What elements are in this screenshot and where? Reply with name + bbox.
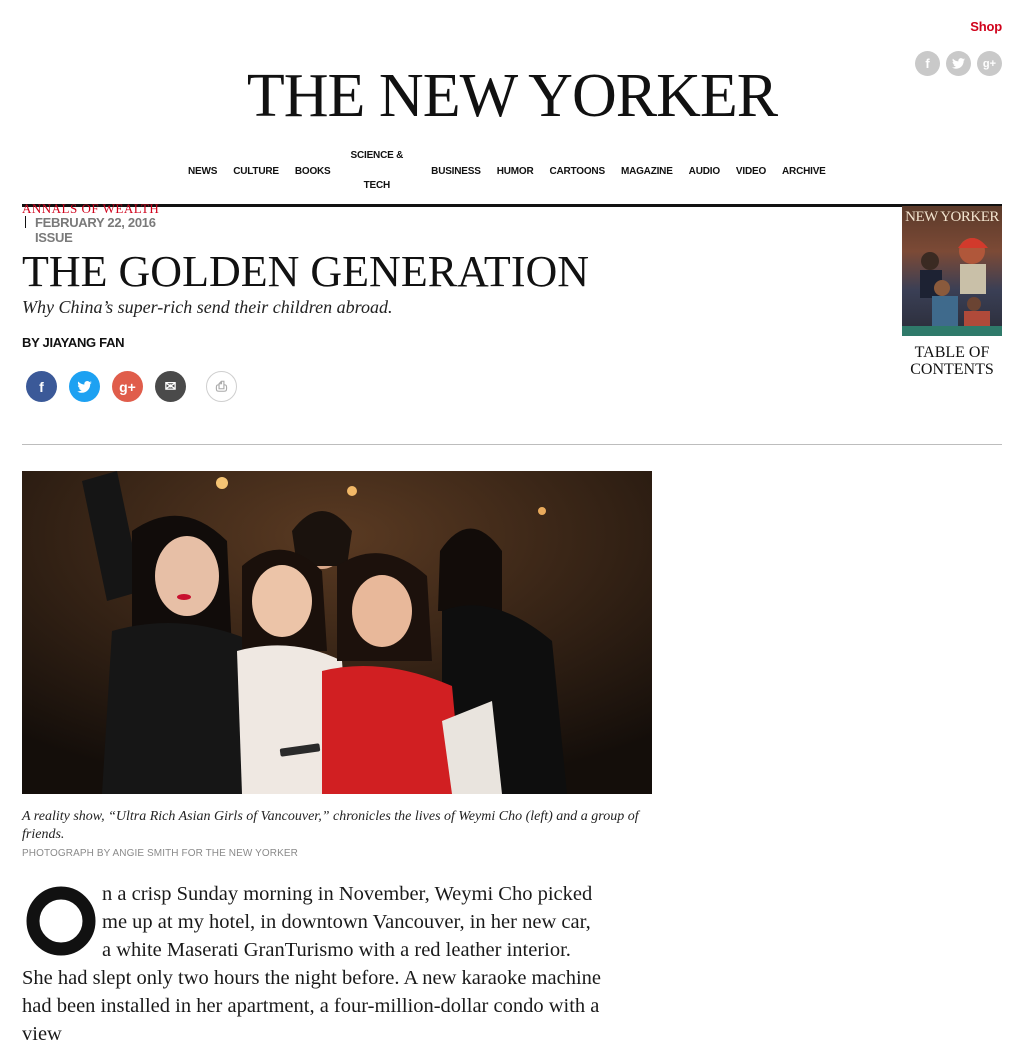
photo-credit: PHOTOGRAPH BY ANGIE SMITH FOR THE NEW YO… <box>22 848 298 859</box>
email-icon: ✉ <box>164 378 177 394</box>
nav-audio[interactable]: AUDIO <box>689 166 720 177</box>
nav-science-tech[interactable]: SCIENCE & TECH <box>351 141 404 201</box>
rubric-link[interactable]: ANNALS OF WEALTH <box>22 201 159 213</box>
share-bar: f g+ ✉ ⎙ <box>26 371 249 402</box>
header-divider <box>22 444 1002 445</box>
nav-science-tech-line1: SCIENCE & <box>350 150 404 161</box>
nav-video[interactable]: VIDEO <box>736 166 766 177</box>
issue-date: FEBRUARY 22, 2016 <box>35 215 156 230</box>
magazine-cover[interactable]: NEW YORKER <box>902 206 1002 336</box>
table-of-contents-link[interactable]: TABLE OF CONTENTS <box>902 344 1002 378</box>
site-logo[interactable]: THE NEW YORKER <box>0 62 1024 130</box>
article-dek: Why China’s super-rich send their childr… <box>22 297 393 317</box>
nav-magazine[interactable]: MAGAZINE <box>621 166 673 177</box>
author-byline[interactable]: BY JIAYANG FAN <box>22 335 125 350</box>
nav-culture[interactable]: CULTURE <box>233 166 279 177</box>
article-body: n a crisp Sunday morning in November, We… <box>22 880 602 1048</box>
nav-business[interactable]: BUSINESS <box>431 166 481 177</box>
main-nav: NEWS CULTURE BOOKS SCIENCE & TECH BUSINE… <box>188 146 842 196</box>
nav-books[interactable]: BOOKS <box>295 166 331 177</box>
share-facebook-button[interactable]: f <box>26 371 57 402</box>
article-headline: THE GOLDEN GENERATION <box>22 247 590 296</box>
google-plus-icon: g+ <box>119 378 136 395</box>
facebook-icon: f <box>39 378 44 395</box>
nav-science-tech-line2: TECH <box>363 180 391 191</box>
drop-cap-space <box>22 880 102 964</box>
nav-humor[interactable]: HUMOR <box>497 166 534 177</box>
nav-news[interactable]: NEWS <box>188 166 217 177</box>
share-google-plus-button[interactable]: g+ <box>112 371 143 402</box>
share-email-button[interactable]: ✉ <box>155 371 186 402</box>
share-twitter-button[interactable] <box>69 371 100 402</box>
body-text: n a crisp Sunday morning in November, We… <box>22 883 601 1045</box>
issue-link[interactable]: FEBRUARY 22, 2016 ISSUE <box>35 215 185 245</box>
issue-divider <box>25 216 26 228</box>
nav-divider <box>22 204 1002 207</box>
lead-photo <box>22 471 652 794</box>
twitter-icon <box>77 380 92 393</box>
photo-caption: A reality show, “Ultra Rich Asian Girls … <box>22 809 639 842</box>
nav-archive[interactable]: ARCHIVE <box>782 166 826 177</box>
shop-link[interactable]: Shop <box>970 19 1002 34</box>
print-icon: ⎙ <box>215 378 228 394</box>
issue-label: ISSUE <box>35 230 73 245</box>
nav-cartoons[interactable]: CARTOONS <box>549 166 605 177</box>
print-button[interactable]: ⎙ <box>206 371 237 402</box>
cover-illustration <box>902 238 1002 336</box>
